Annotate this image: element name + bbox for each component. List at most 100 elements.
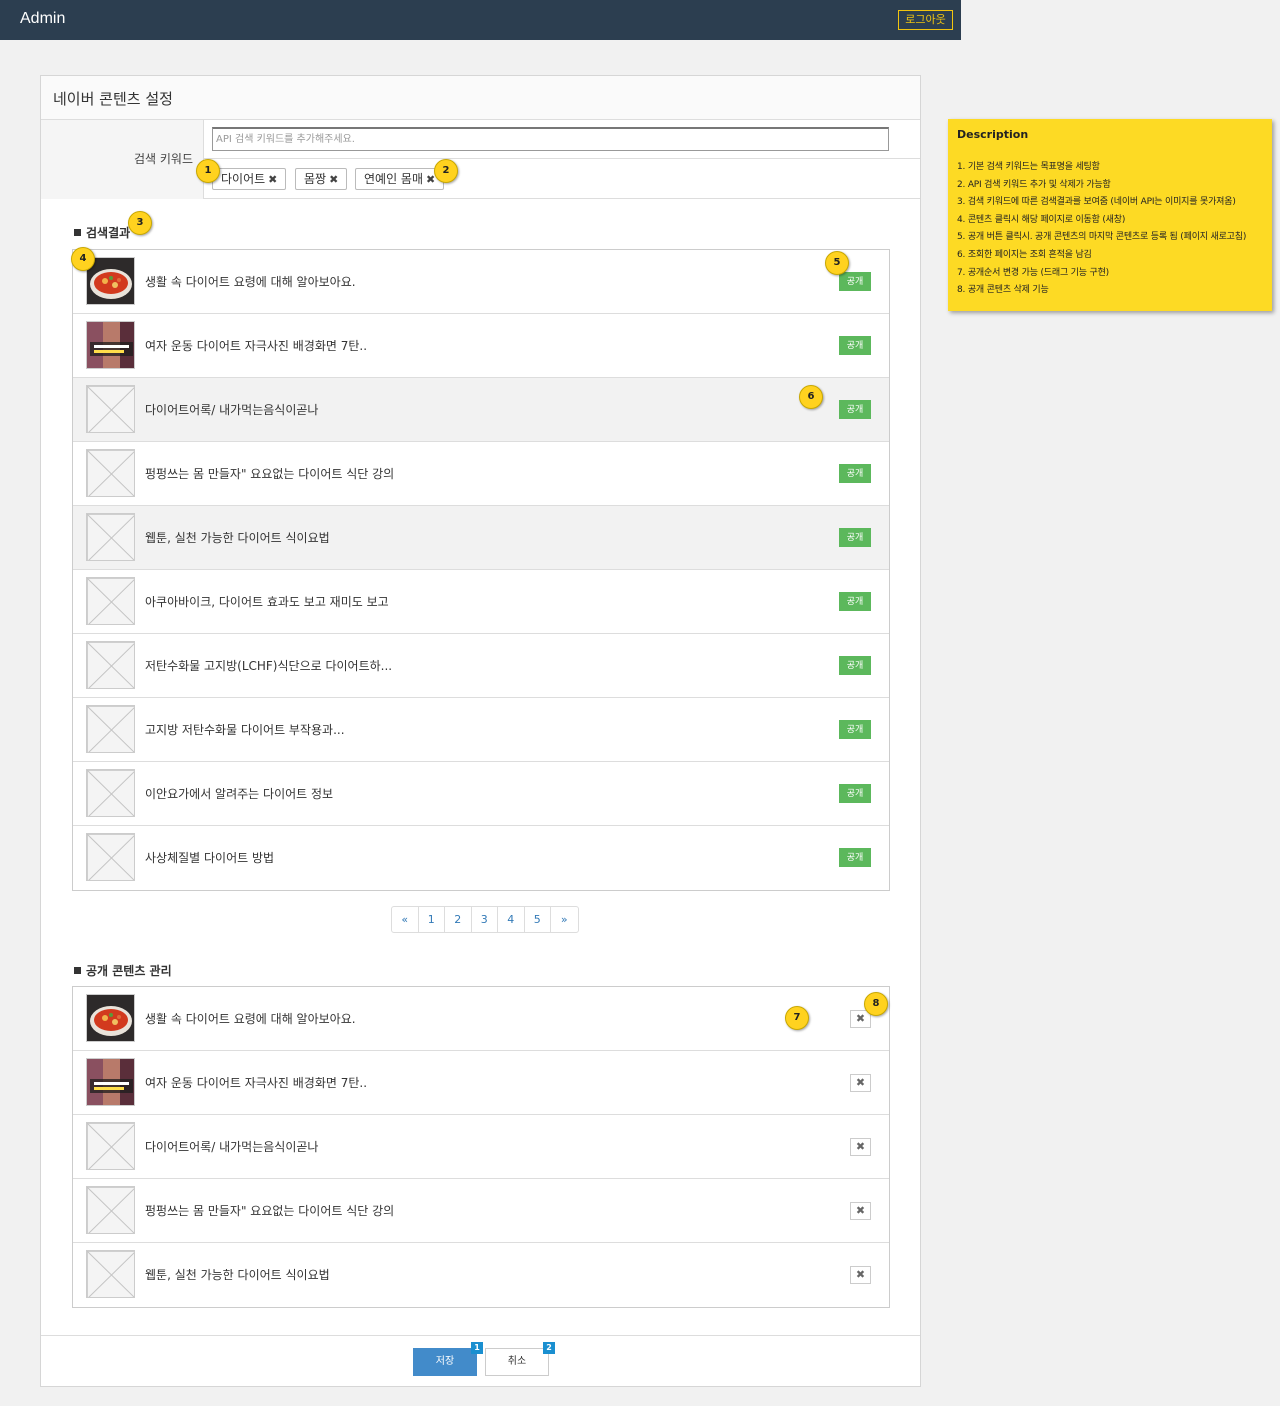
- content-title[interactable]: 여자 운동 다이어트 자극사진 배경화면 7탄..: [145, 337, 367, 354]
- search-results-list: 생활 속 다이어트 요령에 대해 알아보아요. 공개 여자 운동 다이어트 자극사진…: [72, 249, 890, 891]
- content-thumbnail[interactable]: [86, 1122, 135, 1170]
- image-placeholder-icon: [87, 1187, 134, 1233]
- panel-header: 네이버 콘텐츠 설정: [41, 76, 920, 120]
- content-row[interactable]: 이안요가에서 알려주는 다이어트 정보 공개: [73, 762, 889, 826]
- publish-button[interactable]: 공개: [839, 272, 871, 291]
- content-row[interactable]: 여자 운동 다이어트 자극사진 배경화면 7탄.. ✖: [73, 1051, 889, 1115]
- content-thumbnail[interactable]: [86, 1058, 135, 1106]
- content-title[interactable]: 사상체질별 다이어트 방법: [145, 849, 274, 866]
- content-thumbnail[interactable]: [86, 994, 135, 1042]
- page-prev-button[interactable]: «: [392, 907, 419, 932]
- content-title[interactable]: 고지방 저탄수화물 다이어트 부작용과...: [145, 721, 345, 738]
- page-next-button[interactable]: »: [551, 907, 578, 932]
- published-section-title: 공개 콘텐츠 관리: [74, 962, 172, 979]
- content-row[interactable]: 여자 운동 다이어트 자극사진 배경화면 7탄.. 공개: [73, 314, 889, 378]
- content-row[interactable]: 사상체질별 다이어트 방법 공개: [73, 826, 889, 890]
- content-row[interactable]: 웹툰, 실천 가능한 다이어트 식이요법 공개: [73, 506, 889, 570]
- content-title[interactable]: 이안요가에서 알려주는 다이어트 정보: [145, 785, 333, 802]
- publish-button[interactable]: 공개: [839, 720, 871, 739]
- content-thumbnail[interactable]: [86, 449, 135, 497]
- keyword-tag-label: 다이어트: [221, 172, 266, 186]
- image-placeholder-icon: [87, 1123, 134, 1169]
- content-thumbnail[interactable]: [86, 385, 135, 433]
- remove-tag-icon[interactable]: ✖: [329, 173, 338, 186]
- published-title-text: 공개 콘텐츠 관리: [86, 964, 172, 978]
- page-number-button[interactable]: 2: [445, 907, 472, 932]
- content-row[interactable]: 아쿠아바이크, 다이어트 효과도 보고 재미도 보고 공개: [73, 570, 889, 634]
- publish-button[interactable]: 공개: [839, 400, 871, 419]
- content-row[interactable]: 다이어트어록/ 내가먹는음식이곧나 공개: [73, 378, 889, 442]
- description-title: Description: [957, 128, 1029, 141]
- description-item: 8. 공개 콘텐츠 삭제 기능: [957, 285, 1049, 296]
- delete-icon[interactable]: ✖: [850, 1266, 871, 1284]
- content-thumbnail[interactable]: [86, 321, 135, 369]
- image-placeholder-icon: [87, 642, 134, 688]
- keyword-input-wrap: [204, 120, 920, 159]
- content-title[interactable]: 웹툰, 실천 가능한 다이어트 식이요법: [145, 529, 330, 546]
- keyword-tag: 몸짱 ✖: [295, 168, 348, 190]
- annotation-marker-5: 5: [825, 251, 849, 275]
- publish-button[interactable]: 공개: [839, 848, 871, 867]
- page-number-button[interactable]: 4: [498, 907, 525, 932]
- content-title[interactable]: 아쿠아바이크, 다이어트 효과도 보고 재미도 보고: [145, 593, 389, 610]
- save-button[interactable]: 저장: [413, 1348, 477, 1376]
- content-thumbnail[interactable]: [86, 769, 135, 817]
- description-item: 2. API 검색 키워드 추가 및 삭제가 가능함: [957, 179, 1111, 190]
- publish-button[interactable]: 공개: [839, 528, 871, 547]
- publish-button[interactable]: 공개: [839, 464, 871, 483]
- image-placeholder-icon: [87, 450, 134, 496]
- footer-divider: [41, 1335, 920, 1336]
- panel-title: 네이버 콘텐츠 설정: [53, 90, 173, 108]
- content-row[interactable]: 펑펑쓰는 몸 만들자" 요요없는 다이어트 식단 강의 ✖: [73, 1179, 889, 1243]
- content-thumbnail[interactable]: [86, 513, 135, 561]
- page-number-button[interactable]: 1: [419, 907, 445, 932]
- content-row[interactable]: 웹툰, 실천 가능한 다이어트 식이요법 ✖: [73, 1243, 889, 1307]
- logout-button[interactable]: 로그아웃: [898, 10, 953, 30]
- content-thumbnail[interactable]: [86, 1250, 135, 1298]
- photo-thumbnail-icon: [87, 322, 134, 368]
- remove-tag-icon[interactable]: ✖: [268, 173, 277, 186]
- publish-button[interactable]: 공개: [839, 656, 871, 675]
- content-thumbnail[interactable]: [86, 1186, 135, 1234]
- content-title[interactable]: 생활 속 다이어트 요령에 대해 알아보아요.: [145, 273, 356, 290]
- content-title[interactable]: 여자 운동 다이어트 자극사진 배경화면 7탄..: [145, 1074, 367, 1091]
- image-placeholder-icon: [87, 770, 134, 816]
- content-row[interactable]: 고지방 저탄수화물 다이어트 부작용과... 공개: [73, 698, 889, 762]
- content-thumbnail[interactable]: [86, 577, 135, 625]
- cancel-button[interactable]: 취소: [485, 1348, 549, 1376]
- content-thumbnail[interactable]: [86, 705, 135, 753]
- content-title[interactable]: 펑펑쓰는 몸 만들자" 요요없는 다이어트 식단 강의: [145, 465, 394, 482]
- content-title[interactable]: 생활 속 다이어트 요령에 대해 알아보아요.: [145, 1010, 356, 1027]
- publish-button[interactable]: 공개: [839, 336, 871, 355]
- keyword-label: 검색 키워드: [133, 152, 193, 166]
- content-title[interactable]: 다이어트어록/ 내가먹는음식이곧나: [145, 1138, 318, 1155]
- keyword-input[interactable]: [212, 127, 889, 151]
- food-thumbnail-icon: [87, 258, 134, 304]
- keyword-tag-label: 몸짱: [304, 172, 327, 186]
- content-row[interactable]: 저탄수화물 고지방(LCHF)식단으로 다이어트하... 공개: [73, 634, 889, 698]
- content-row[interactable]: 생활 속 다이어트 요령에 대해 알아보아요. 공개: [73, 250, 889, 314]
- description-item: 1. 기본 검색 키워드는 목표명을 세팅함: [957, 162, 1100, 172]
- content-thumbnail[interactable]: [86, 641, 135, 689]
- content-row[interactable]: 펑펑쓰는 몸 만들자" 요요없는 다이어트 식단 강의 공개: [73, 442, 889, 506]
- publish-button[interactable]: 공개: [839, 784, 871, 803]
- description-note: Description 1. 기본 검색 키워드는 목표명을 세팅함 2. API…: [948, 119, 1272, 311]
- publish-button[interactable]: 공개: [839, 592, 871, 611]
- content-title[interactable]: 다이어트어록/ 내가먹는음식이곧나: [145, 401, 318, 418]
- annotation-marker-7: 7: [785, 1006, 809, 1030]
- content-title[interactable]: 펑펑쓰는 몸 만들자" 요요없는 다이어트 식단 강의: [145, 1202, 394, 1219]
- content-thumbnail[interactable]: [86, 833, 135, 881]
- delete-icon[interactable]: ✖: [850, 1138, 871, 1156]
- content-row[interactable]: 다이어트어록/ 내가먹는음식이곧나 ✖: [73, 1115, 889, 1179]
- brand-title: Admin: [20, 10, 66, 27]
- delete-icon[interactable]: ✖: [850, 1202, 871, 1220]
- content-title[interactable]: 웹툰, 실천 가능한 다이어트 식이요법: [145, 1266, 330, 1283]
- page-number-button[interactable]: 3: [472, 907, 498, 932]
- annotation-marker-8: 8: [864, 992, 888, 1016]
- annotation-marker-4: 4: [71, 247, 95, 271]
- page-number-button[interactable]: 5: [525, 907, 551, 932]
- content-title[interactable]: 저탄수화물 고지방(LCHF)식단으로 다이어트하...: [145, 657, 392, 674]
- content-row[interactable]: 생활 속 다이어트 요령에 대해 알아보아요. ✖: [73, 987, 889, 1051]
- description-item: 5. 공개 버튼 클릭시. 공개 콘텐츠의 마지막 콘텐츠로 등록 됨 (페이지…: [957, 232, 1247, 243]
- delete-icon[interactable]: ✖: [850, 1074, 871, 1092]
